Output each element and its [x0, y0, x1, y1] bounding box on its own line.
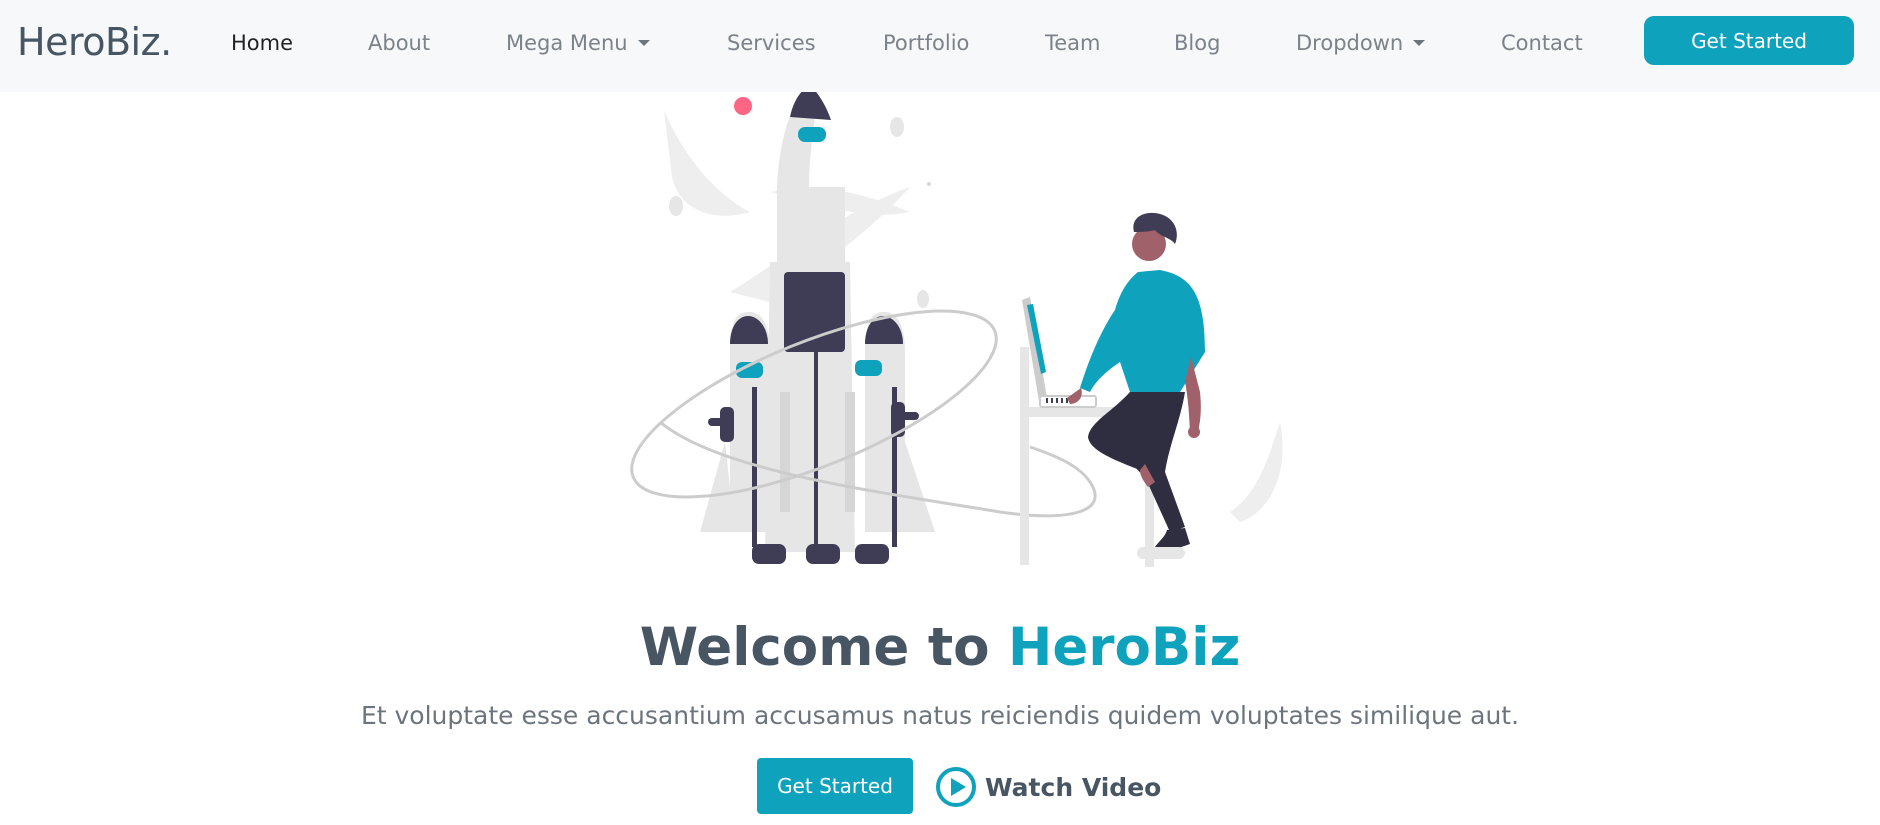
nav-mega-menu[interactable]: Mega Menu — [506, 31, 650, 55]
hero-title-accent: HeroBiz — [1008, 617, 1241, 678]
chevron-down-icon — [1413, 40, 1426, 46]
play-circle-icon — [936, 767, 976, 807]
chevron-down-icon — [637, 40, 650, 46]
brand-logo[interactable]: HeroBiz. — [17, 20, 172, 64]
nav-mega-menu-label: Mega Menu — [506, 31, 628, 55]
nav-home[interactable]: Home — [231, 31, 293, 55]
hero-title-prefix: Welcome to — [639, 617, 990, 678]
nav-contact[interactable]: Contact — [1501, 31, 1583, 55]
nav-services[interactable]: Services — [727, 31, 816, 55]
nav-dropdown-label: Dropdown — [1296, 31, 1404, 55]
get-started-nav-button[interactable]: Get Started — [1644, 16, 1854, 65]
nav-blog[interactable]: Blog — [1174, 31, 1220, 55]
hero-illustration — [630, 92, 1283, 567]
watch-video-label: Watch Video — [985, 772, 1162, 802]
nav-about[interactable]: About — [368, 31, 430, 55]
watch-video-button[interactable]: Watch Video — [935, 766, 1161, 808]
hero-title: Welcome to HeroBiz — [0, 617, 1880, 678]
top-navbar: HeroBiz. Home About Mega Menu Services P… — [0, 0, 1880, 92]
hero-subtitle: Et voluptate esse accusantium accusamus … — [360, 701, 1520, 730]
nav-portfolio[interactable]: Portfolio — [883, 31, 969, 55]
get-started-hero-button[interactable]: Get Started — [757, 758, 913, 814]
nav-dropdown[interactable]: Dropdown — [1296, 31, 1426, 55]
nav-team[interactable]: Team — [1045, 31, 1101, 55]
